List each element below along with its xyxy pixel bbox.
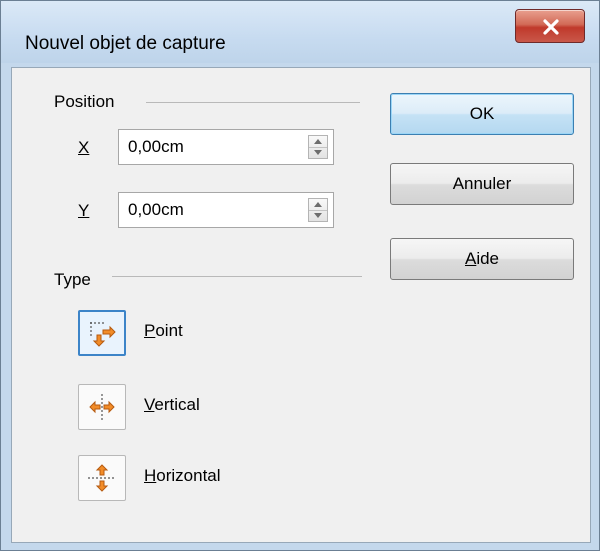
y-spin-arrows[interactable] — [308, 198, 328, 222]
y-value: 0,00cm — [128, 200, 184, 219]
spin-divider — [309, 210, 327, 211]
vertical-label[interactable]: Vertical — [144, 395, 200, 415]
x-value: 0,00cm — [128, 137, 184, 156]
close-button[interactable] — [515, 9, 585, 43]
spin-down-icon[interactable] — [314, 213, 322, 218]
type-divider — [112, 276, 362, 277]
spin-up-icon[interactable] — [314, 139, 322, 144]
type-heading: Type — [54, 270, 91, 289]
point-type-button[interactable] — [78, 310, 126, 356]
vertical-type-button[interactable] — [78, 384, 126, 430]
horizontal-type-button[interactable] — [78, 455, 126, 501]
spin-down-icon[interactable] — [314, 150, 322, 155]
x-label-text: X — [78, 138, 90, 157]
help-button-label: Aide — [464, 249, 500, 268]
dialog-window: Nouvel objet de capture Position X 0,00c… — [0, 0, 600, 551]
vertical-label-text: Vertical — [144, 395, 200, 414]
window-title: Nouvel objet de capture — [25, 33, 226, 54]
horizontal-snap-icon — [88, 464, 116, 492]
position-divider — [146, 102, 360, 103]
ok-button[interactable]: OK — [390, 93, 574, 135]
horizontal-label-text: Horizontal — [144, 466, 221, 485]
title-bar[interactable]: Nouvel objet de capture — [1, 1, 599, 63]
y-label-text: Y — [78, 201, 90, 220]
y-label: Y — [78, 201, 89, 221]
close-icon — [543, 19, 559, 35]
dialog-body: Position X 0,00cm Y 0,00cm Type Point Ve… — [11, 67, 591, 543]
vertical-snap-icon — [89, 394, 115, 420]
spin-divider — [309, 147, 327, 148]
x-label: X — [78, 138, 89, 158]
position-heading: Position — [54, 92, 115, 111]
x-spinfield[interactable]: 0,00cm — [118, 129, 334, 165]
help-button[interactable]: Aide — [390, 238, 574, 280]
x-spin-arrows[interactable] — [308, 135, 328, 159]
cancel-button[interactable]: Annuler — [390, 163, 574, 205]
y-spinfield[interactable]: 0,00cm — [118, 192, 334, 228]
point-label[interactable]: Point — [144, 321, 183, 341]
point-label-text: Point — [144, 321, 183, 340]
horizontal-label[interactable]: Horizontal — [144, 466, 221, 486]
spin-up-icon[interactable] — [314, 202, 322, 207]
point-snap-icon — [90, 322, 116, 347]
